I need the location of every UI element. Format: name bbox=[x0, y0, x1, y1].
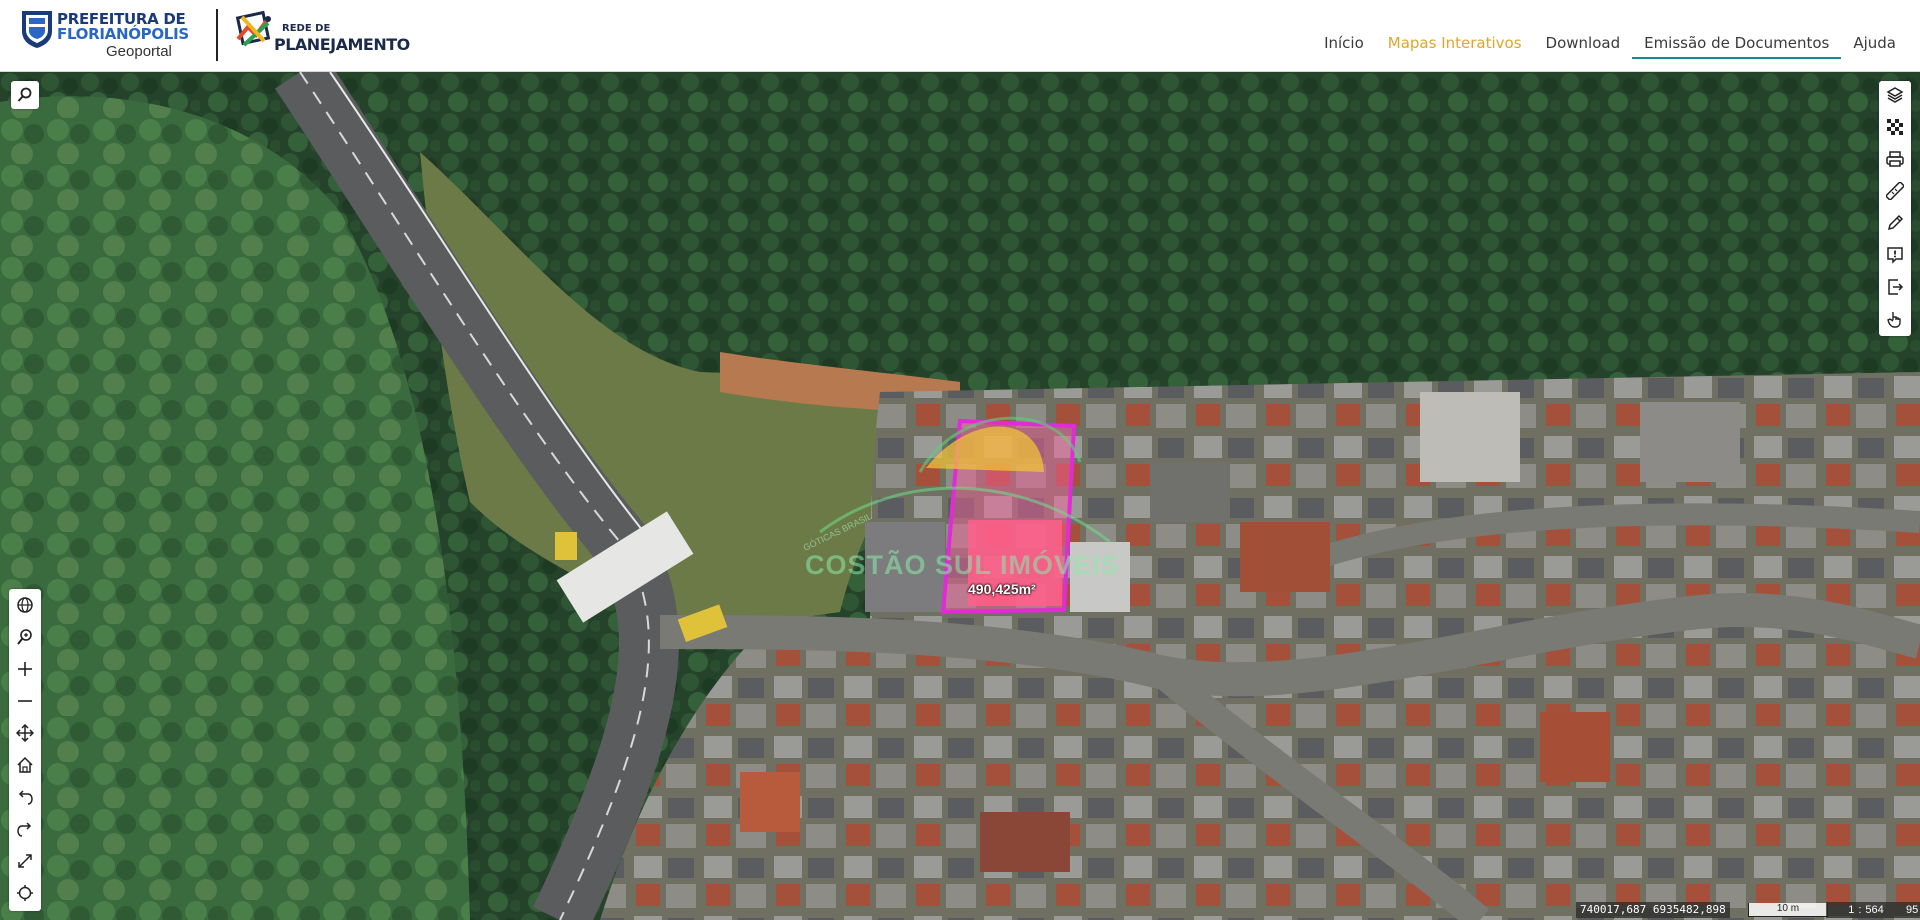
satellite-map[interactable]: GÓTICAS BRASIL COSTÃO SUL IMÓVEIS 490,42… bbox=[0, 72, 1920, 920]
draw-button[interactable] bbox=[1881, 209, 1909, 237]
layers-icon bbox=[1886, 87, 1904, 103]
prefeitura-logo[interactable]: PREFEITURA DE FLORIANÓPOLIS Geoportal bbox=[20, 9, 190, 61]
zoom-level: 95 bbox=[1906, 902, 1920, 918]
search-icon bbox=[17, 87, 32, 102]
undo-icon bbox=[18, 790, 33, 805]
locate-icon bbox=[17, 885, 33, 901]
map-search-button[interactable] bbox=[11, 81, 39, 109]
logo-line2: FLORIANÓPOLIS bbox=[57, 25, 189, 43]
measure-button[interactable] bbox=[1881, 177, 1909, 205]
scale-bar: 10 m bbox=[1748, 903, 1828, 917]
hand-pointer-icon bbox=[1887, 312, 1901, 328]
pointer-button[interactable] bbox=[1881, 305, 1909, 333]
map-imagery bbox=[0, 72, 1920, 920]
export-icon bbox=[1888, 279, 1904, 295]
zoom-search-icon bbox=[17, 629, 32, 645]
export-button[interactable] bbox=[1881, 273, 1909, 301]
zoom-in-icon bbox=[18, 662, 32, 676]
logo-divider bbox=[216, 9, 218, 61]
redo-icon bbox=[17, 822, 32, 837]
nav-mapas-interativos[interactable]: Mapas Interativos bbox=[1376, 33, 1534, 57]
rede-large-label: PLANEJAMENTO bbox=[274, 35, 410, 54]
left-map-toolbar bbox=[9, 589, 41, 911]
ruler-icon bbox=[1886, 182, 1904, 200]
home-button[interactable] bbox=[11, 751, 39, 779]
locate-button[interactable] bbox=[11, 879, 39, 907]
print-icon bbox=[1886, 151, 1904, 167]
nav-download[interactable]: Download bbox=[1534, 33, 1633, 57]
globe-icon bbox=[17, 597, 33, 613]
zoom-out-button[interactable] bbox=[11, 687, 39, 715]
scale-ratio: 1:564 bbox=[1826, 902, 1906, 918]
print-button[interactable] bbox=[1881, 145, 1909, 173]
undo-button[interactable] bbox=[11, 783, 39, 811]
layers-button[interactable] bbox=[1881, 81, 1909, 109]
nav-ajuda[interactable]: Ajuda bbox=[1841, 33, 1908, 57]
info-button[interactable] bbox=[1881, 241, 1909, 269]
globe-button[interactable] bbox=[11, 591, 39, 619]
checker-basemap-icon bbox=[1887, 119, 1903, 135]
zoom-search-button[interactable] bbox=[11, 623, 39, 651]
watermark-text: COSTÃO SUL IMÓVEIS bbox=[805, 550, 1120, 580]
parcel-area-label: 490,425m² bbox=[968, 581, 1036, 597]
pencil-icon bbox=[1887, 214, 1904, 231]
home-icon bbox=[17, 756, 33, 773]
mouse-coordinates: 740017,687 6935482,898 bbox=[1576, 902, 1730, 918]
fullscreen-button[interactable] bbox=[11, 847, 39, 875]
info-icon bbox=[1887, 247, 1903, 264]
rede-planejamento-logo[interactable]: REDE DE PLANEJAMENTO bbox=[234, 9, 414, 61]
zoom-out-icon bbox=[18, 700, 32, 702]
pan-icon bbox=[16, 724, 34, 742]
scale-prefix: 1 bbox=[1848, 904, 1855, 916]
basemap-button[interactable] bbox=[1881, 113, 1909, 141]
logo-subtitle: Geoportal bbox=[106, 43, 172, 60]
coat-of-arms-icon bbox=[22, 11, 52, 48]
pan-button[interactable] bbox=[11, 719, 39, 747]
rede-small-label: REDE DE bbox=[282, 23, 331, 34]
fullscreen-icon bbox=[18, 854, 32, 868]
rede-planejamento-icon bbox=[235, 10, 271, 47]
redo-button[interactable] bbox=[11, 815, 39, 843]
nav-inicio[interactable]: Início bbox=[1312, 33, 1376, 57]
scale-value: 564 bbox=[1865, 904, 1884, 916]
top-header: PREFEITURA DE FLORIANÓPOLIS Geoportal RE… bbox=[0, 0, 1920, 72]
main-nav: Início Mapas Interativos Download Emissã… bbox=[1312, 33, 1908, 59]
right-map-toolbar bbox=[1879, 81, 1911, 336]
zoom-in-button[interactable] bbox=[11, 655, 39, 683]
nav-emissao-documentos[interactable]: Emissão de Documentos bbox=[1632, 33, 1842, 59]
